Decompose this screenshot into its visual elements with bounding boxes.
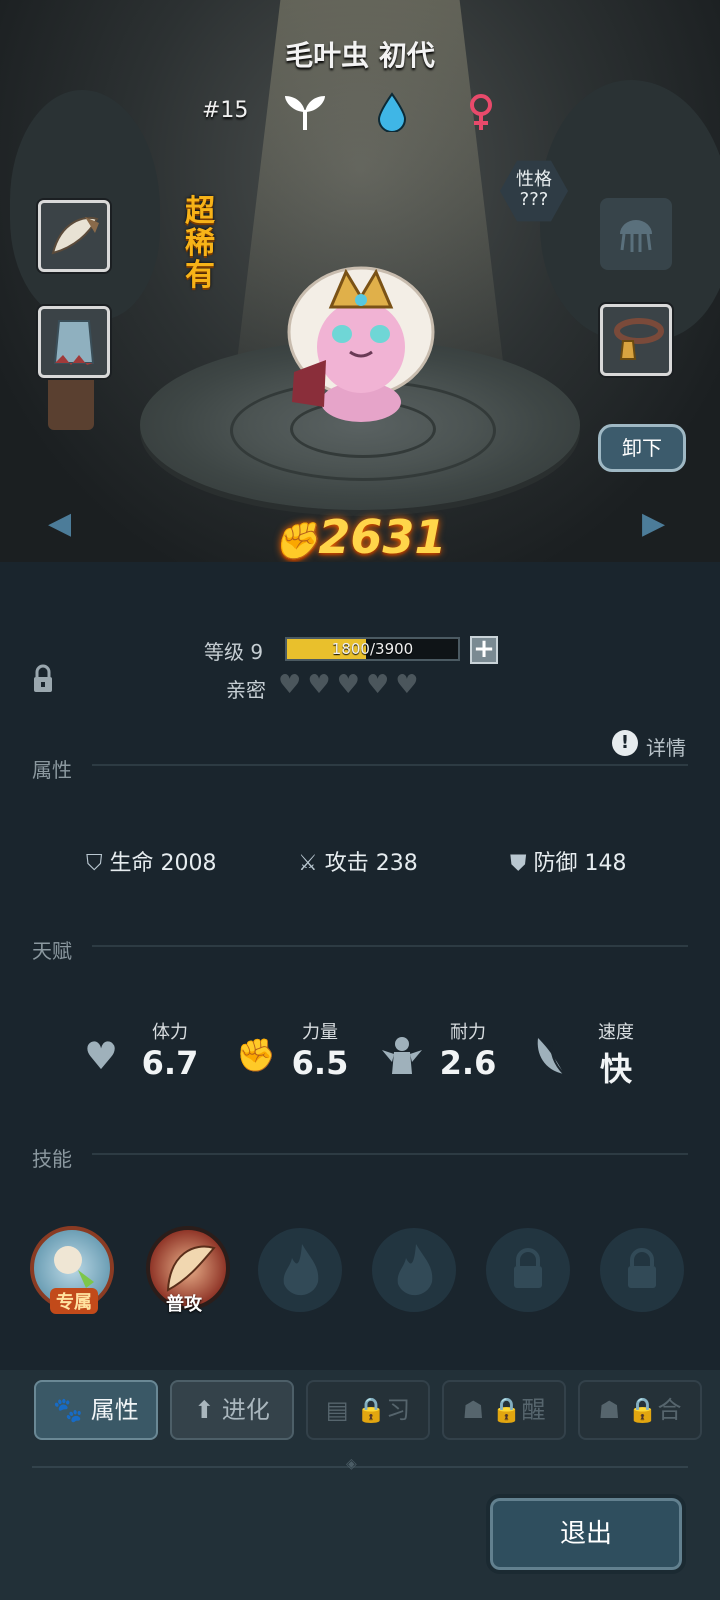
- sword-icon: ⚔: [298, 851, 318, 876]
- wing-icon: [537, 1038, 565, 1075]
- fist-icon: ✊: [236, 1036, 276, 1074]
- divider: [92, 945, 688, 947]
- book-icon: ▤: [325, 1396, 349, 1424]
- female-icon: [470, 94, 492, 130]
- combat-power: ✊2631: [0, 510, 720, 562]
- equip-slot-collar[interactable]: [600, 304, 672, 376]
- unequip-button[interactable]: 卸下: [598, 424, 686, 472]
- stat-defense-label: 防御: [533, 851, 578, 876]
- divider: [32, 1466, 688, 1468]
- power-fist-icon: ✊: [273, 521, 319, 562]
- divider: [92, 1153, 688, 1155]
- stat-hp-value: 2008: [160, 851, 217, 876]
- bell-collar-icon: [614, 318, 664, 360]
- intimacy-hearts: ♥ ♥ ♥ ♥ ♥: [278, 670, 425, 700]
- tab-fuse-label: 合: [657, 1396, 682, 1424]
- flame-icon: [397, 1244, 433, 1296]
- ornament-icon: ◈: [346, 1456, 357, 1472]
- pet-caterpillar-sprite: [287, 266, 435, 422]
- tab-awaken[interactable]: ☗ 🔒醒: [442, 1380, 566, 1440]
- talent-strength-value: 6.5: [291, 1044, 349, 1082]
- water-drop-icon: [377, 92, 407, 132]
- flame-icon: [283, 1244, 319, 1296]
- combat-power-value: 2631: [318, 510, 447, 562]
- intimacy-heart-icon: ♥: [336, 670, 360, 700]
- add-xp-button[interactable]: +: [470, 636, 498, 664]
- up-arrow-icon: ⬆: [194, 1396, 215, 1424]
- stat-hp-label: 生命: [109, 851, 154, 876]
- fusion-icon: ☗: [598, 1396, 620, 1424]
- stat-defense-value: 148: [584, 851, 627, 876]
- pet-number: #15: [202, 98, 249, 123]
- lock-icon: 🔒: [356, 1396, 387, 1424]
- skill-exclusive-tag: 专属: [50, 1288, 98, 1314]
- talent-endurance-label: 耐力: [450, 1022, 486, 1043]
- leaf-icon: [285, 96, 325, 130]
- stat-attack: ⚔ 攻击 238: [298, 845, 418, 877]
- intimacy-heart-icon: ♥: [278, 670, 302, 700]
- rarity-label: 超稀有: [185, 194, 215, 293]
- section-talent-title: 天赋: [32, 939, 72, 963]
- shield-heart-icon: ⛉: [86, 851, 103, 876]
- talent-speed-label: 速度: [598, 1022, 634, 1043]
- lock-icon[interactable]: [32, 664, 54, 694]
- armor-icon: [53, 320, 95, 365]
- talent-speed-value: 快: [599, 1050, 632, 1088]
- lock-icon: 🔒: [627, 1396, 658, 1424]
- talent-strength-label: 力量: [302, 1022, 338, 1043]
- section-skills-title: 技能: [32, 1147, 72, 1171]
- personality-value: ???: [519, 189, 549, 210]
- details-label: 详情: [646, 736, 686, 760]
- exit-button[interactable]: 退出: [486, 1494, 686, 1574]
- intimacy-label: 亲密: [226, 678, 266, 702]
- equip-slot-fang[interactable]: [38, 200, 110, 272]
- intimacy-heart-icon: ♥: [365, 670, 390, 700]
- tab-learn-label: 习: [386, 1396, 411, 1424]
- equip-slot-empty[interactable]: [600, 198, 672, 270]
- stat-attack-label: 攻击: [324, 851, 369, 876]
- tab-evolve-label: 进化: [221, 1396, 270, 1424]
- tab-learn[interactable]: ▤ 🔒习: [306, 1380, 430, 1440]
- divider: [92, 764, 688, 766]
- tab-attributes-label: 属性: [90, 1396, 139, 1424]
- stat-attack-value: 238: [375, 851, 418, 876]
- skill-slot-locked[interactable]: [600, 1228, 684, 1312]
- level-label: 等级 9: [204, 640, 264, 664]
- beast-icon: ☗: [462, 1396, 484, 1424]
- info-icon: !: [612, 730, 638, 756]
- defense-shield-icon: ⛊: [510, 851, 527, 876]
- paw-icon: 🐾: [53, 1396, 84, 1424]
- tab-awaken-label: 醒: [521, 1396, 546, 1424]
- lock-icon: [514, 1248, 542, 1288]
- tab-fuse[interactable]: ☗ 🔒合: [578, 1380, 702, 1440]
- intimacy-heart-icon: ♥: [395, 670, 419, 700]
- personality-label: 性格: [516, 169, 552, 190]
- lock-icon: 🔒: [491, 1396, 522, 1424]
- xp-text: 1800/3900: [331, 640, 414, 658]
- pet-scene: 毛叶虫 初代 #15 超稀有 性格 ??? 卸下 ◀ ▶ ✊2631: [0, 0, 720, 562]
- section-attributes-title: 属性: [32, 758, 72, 782]
- details-button[interactable]: ! 详情: [612, 730, 692, 760]
- intimacy-heart-icon: ♥: [307, 670, 331, 700]
- equip-slot-armor[interactable]: [38, 306, 110, 378]
- jellyfish-icon: [620, 220, 652, 252]
- skill-slot-locked[interactable]: [486, 1228, 570, 1312]
- skill-slot-empty[interactable]: [372, 1228, 456, 1312]
- talent-stamina-label: 体力: [152, 1022, 188, 1043]
- stat-defense: ⛊ 防御 148: [510, 845, 627, 877]
- muscle-icon: [382, 1037, 422, 1074]
- tab-attributes[interactable]: 🐾 属性: [34, 1380, 158, 1440]
- heart-icon: ♥: [84, 1034, 119, 1078]
- skill-normal-attack-tag: 普攻: [166, 1294, 202, 1315]
- skill-slot-empty[interactable]: [258, 1228, 342, 1312]
- lock-icon: [628, 1248, 656, 1288]
- talent-stamina-value: 6.7: [141, 1044, 199, 1082]
- fang-icon: [51, 216, 99, 255]
- pet-name: 毛叶虫 初代: [285, 39, 435, 72]
- stat-hp: ⛉ 生命 2008: [86, 845, 217, 877]
- talent-endurance-value: 2.6: [439, 1044, 497, 1082]
- tab-evolve[interactable]: ⬆ 进化: [170, 1380, 294, 1440]
